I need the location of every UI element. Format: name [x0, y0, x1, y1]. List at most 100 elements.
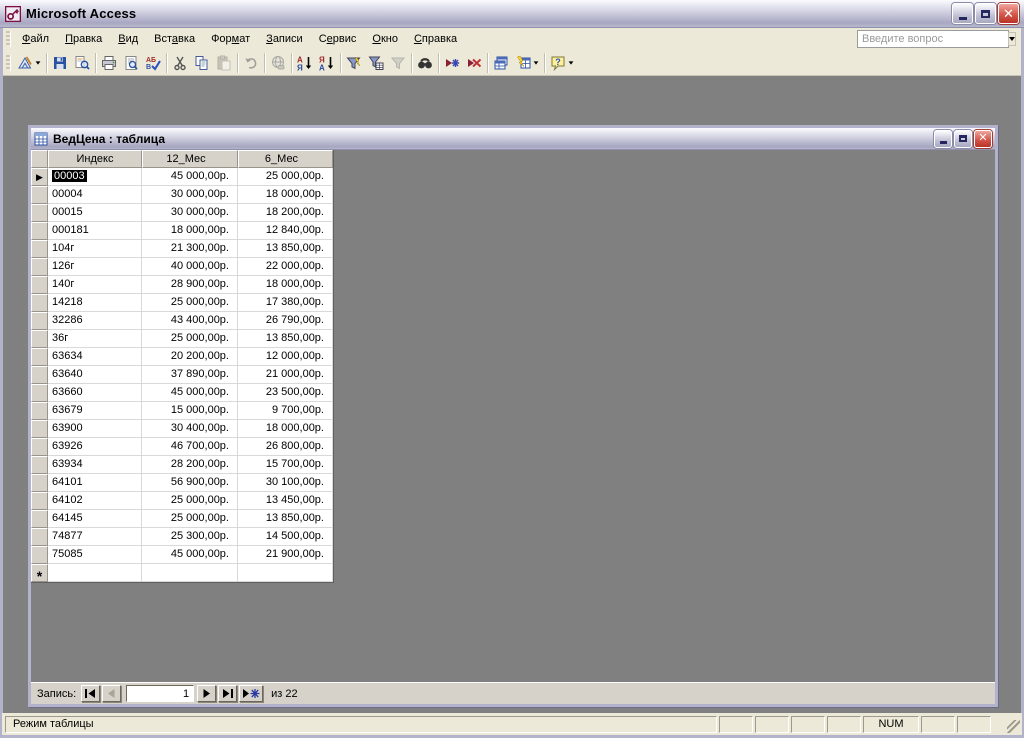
table-row[interactable]: 104г 21 300,00р. 13 850,00р. [31, 240, 333, 258]
row-selector[interactable] [31, 384, 48, 402]
cell[interactable]: 28 200,00р. [142, 456, 238, 474]
cell[interactable]: 30 400,00р. [142, 420, 238, 438]
cell[interactable]: 00015 [48, 204, 142, 222]
ask-question-input[interactable] [858, 33, 1008, 45]
table-row[interactable]: 140г 28 900,00р. 18 000,00р. [31, 276, 333, 294]
cell[interactable]: 63679 [48, 402, 142, 420]
cell[interactable]: 45 000,00р. [142, 168, 238, 186]
cell[interactable]: 74877 [48, 528, 142, 546]
row-selector[interactable] [31, 528, 48, 546]
view-button[interactable] [14, 52, 44, 74]
empty-cell[interactable] [142, 564, 238, 582]
table-row[interactable]: 36г 25 000,00р. 13 850,00р. [31, 330, 333, 348]
table-row[interactable]: 126г 40 000,00р. 22 000,00р. [31, 258, 333, 276]
cell[interactable]: 20 200,00р. [142, 348, 238, 366]
close-button[interactable]: ✕ [998, 3, 1019, 24]
cell[interactable]: 45 000,00р. [142, 546, 238, 564]
spelling-button[interactable]: АБ В [142, 52, 164, 74]
cell[interactable]: 23 500,00р. [238, 384, 333, 402]
copy-button[interactable] [191, 52, 213, 74]
cell[interactable]: 25 000,00р. [238, 168, 333, 186]
cell[interactable]: 15 700,00р. [238, 456, 333, 474]
file-search-button[interactable] [71, 52, 93, 74]
row-selector[interactable] [31, 204, 48, 222]
cell[interactable]: 26 800,00р. [238, 438, 333, 456]
paste-button[interactable] [213, 52, 235, 74]
last-record-button[interactable] [218, 685, 238, 702]
cell[interactable]: 00004 [48, 186, 142, 204]
cell[interactable]: 63634 [48, 348, 142, 366]
menu-вид[interactable]: Вид [110, 30, 146, 48]
cell[interactable]: 18 000,00р. [238, 420, 333, 438]
cell[interactable]: 25 000,00р. [142, 330, 238, 348]
cell[interactable]: 25 000,00р. [142, 294, 238, 312]
cell[interactable]: 18 000,00р. [238, 276, 333, 294]
table-row[interactable]: 63634 20 200,00р. 12 000,00р. [31, 348, 333, 366]
row-selector[interactable] [31, 240, 48, 258]
menu-сервис[interactable]: Сервис [311, 30, 365, 48]
cell[interactable]: 22 000,00р. [238, 258, 333, 276]
undo-button[interactable] [240, 52, 262, 74]
cell[interactable]: 18 200,00р. [238, 204, 333, 222]
row-selector[interactable] [31, 456, 48, 474]
new-object-button[interactable] [512, 52, 542, 74]
cell[interactable]: 26 790,00р. [238, 312, 333, 330]
cell[interactable]: 43 400,00р. [142, 312, 238, 330]
cell[interactable]: 63660 [48, 384, 142, 402]
new-record-row[interactable]: * [31, 564, 333, 583]
toolbar-grip[interactable] [6, 54, 11, 71]
menu-окно[interactable]: Окно [364, 30, 406, 48]
resize-grip[interactable] [1007, 720, 1020, 733]
doc-close-button[interactable]: ✕ [974, 129, 992, 148]
cell[interactable]: 13 850,00р. [238, 510, 333, 528]
cell[interactable]: 36г [48, 330, 142, 348]
new-record-nav-button[interactable] [239, 685, 264, 702]
cell[interactable]: 25 300,00р. [142, 528, 238, 546]
column-header-12_Мес[interactable]: 12_Мес [142, 150, 238, 168]
maximize-button[interactable] [975, 3, 996, 24]
column-header-Индекс[interactable]: Индекс [48, 150, 142, 168]
row-selector[interactable] [31, 330, 48, 348]
find-button[interactable] [414, 52, 436, 74]
row-selector[interactable] [31, 258, 48, 276]
cell[interactable]: 17 380,00р. [238, 294, 333, 312]
save-button[interactable] [49, 52, 71, 74]
cell[interactable]: 21 300,00р. [142, 240, 238, 258]
row-selector[interactable] [31, 186, 48, 204]
table-row[interactable]: 63679 15 000,00р. 9 700,00р. [31, 402, 333, 420]
menu-правка[interactable]: Правка [57, 30, 110, 48]
cell[interactable]: 32286 [48, 312, 142, 330]
cell[interactable]: 63926 [48, 438, 142, 456]
database-window-button[interactable] [490, 52, 512, 74]
filter-by-form-button[interactable] [365, 52, 387, 74]
table-row[interactable]: 63640 37 890,00р. 21 000,00р. [31, 366, 333, 384]
menu-справка[interactable]: Справка [406, 30, 465, 48]
first-record-button[interactable] [81, 685, 101, 702]
print-button[interactable] [98, 52, 120, 74]
delete-record-button[interactable] [463, 52, 485, 74]
cell[interactable]: 12 000,00р. [238, 348, 333, 366]
menu-записи[interactable]: Записи [258, 30, 311, 48]
title-bar[interactable]: Microsoft Access ✕ [0, 0, 1024, 28]
ask-question-combo[interactable] [857, 30, 1016, 48]
cell[interactable]: 64101 [48, 474, 142, 492]
cell[interactable]: 18 000,00р. [238, 186, 333, 204]
table-row[interactable]: 74877 25 300,00р. 14 500,00р. [31, 528, 333, 546]
new-object-dropdown-icon[interactable] [533, 60, 539, 65]
doc-minimize-button[interactable] [934, 129, 952, 148]
menu-grip[interactable] [6, 31, 11, 47]
column-header-6_Мес[interactable]: 6_Мес [238, 150, 333, 168]
row-selector[interactable] [31, 276, 48, 294]
minimize-button[interactable] [952, 3, 973, 24]
previous-record-button[interactable] [102, 685, 122, 702]
cell[interactable]: 126г [48, 258, 142, 276]
insert-hyperlink-button[interactable] [267, 52, 289, 74]
cell[interactable]: 140г [48, 276, 142, 294]
sort-ascending-button[interactable]: А Я [294, 52, 316, 74]
cell[interactable]: 40 000,00р. [142, 258, 238, 276]
cell[interactable]: 18 000,00р. [142, 222, 238, 240]
cell[interactable]: 25 000,00р. [142, 492, 238, 510]
table-row[interactable]: 63900 30 400,00р. 18 000,00р. [31, 420, 333, 438]
row-selector[interactable] [31, 510, 48, 528]
menu-вставка[interactable]: Вставка [146, 30, 203, 48]
